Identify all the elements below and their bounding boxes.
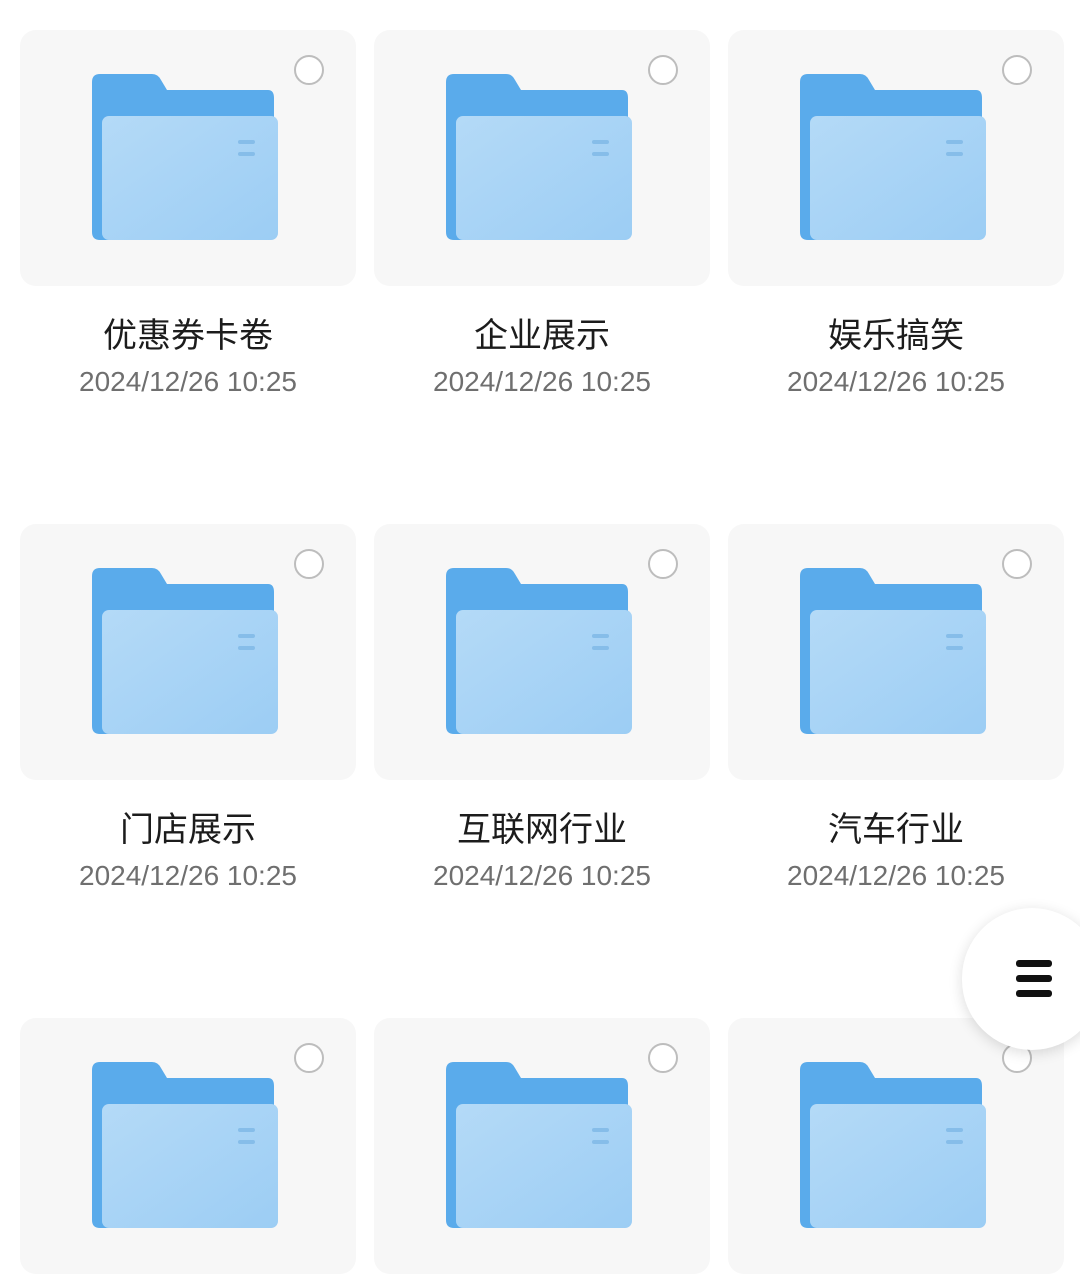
select-circle-icon[interactable]	[294, 1043, 324, 1073]
folder-tile[interactable]	[374, 524, 710, 780]
folder-date: 2024/12/26 10:25	[79, 366, 297, 397]
folder-tile[interactable]	[728, 1018, 1064, 1274]
folder-tile[interactable]	[728, 30, 1064, 286]
folder-item[interactable]: 互联网行业 2024/12/26 10:25	[374, 524, 710, 1004]
folder-item[interactable]: 优惠券卡卷 2024/12/26 10:25	[20, 30, 356, 510]
folder-item[interactable]	[728, 1018, 1064, 1287]
select-circle-icon[interactable]	[1002, 549, 1032, 579]
folder-tile[interactable]	[20, 524, 356, 780]
folder-name: 互联网行业	[457, 810, 627, 850]
folder-item[interactable]: 门店展示 2024/12/26 10:25	[20, 524, 356, 1004]
folder-icon	[92, 1062, 278, 1228]
folder-name: 娱乐搞笑	[828, 316, 964, 356]
folder-tile[interactable]	[728, 524, 1064, 780]
folder-date: 2024/12/26 10:25	[787, 366, 1005, 397]
folder-tile[interactable]	[374, 1018, 710, 1274]
folder-icon	[800, 1062, 986, 1228]
folder-tile[interactable]	[20, 1018, 356, 1274]
select-circle-icon[interactable]	[294, 55, 324, 85]
select-circle-icon[interactable]	[648, 549, 678, 579]
folder-item[interactable]: 娱乐搞笑 2024/12/26 10:25	[728, 30, 1064, 510]
folder-icon	[446, 1062, 632, 1228]
folder-name: 门店展示	[120, 810, 256, 850]
folder-name: 企业展示	[474, 316, 610, 356]
folder-tile[interactable]	[20, 30, 356, 286]
select-circle-icon[interactable]	[1002, 55, 1032, 85]
folder-item[interactable]	[20, 1018, 356, 1287]
folder-icon	[446, 74, 632, 240]
select-circle-icon[interactable]	[294, 549, 324, 579]
folder-name: 优惠券卡卷	[103, 316, 273, 356]
select-circle-icon[interactable]	[648, 55, 678, 85]
folder-grid: 优惠券卡卷 2024/12/26 10:25 企业展示 2024/12/26 1…	[0, 0, 1080, 1287]
folder-icon	[800, 568, 986, 734]
folder-item[interactable]: 企业展示 2024/12/26 10:25	[374, 30, 710, 510]
folder-date: 2024/12/26 10:25	[433, 860, 651, 891]
folder-item[interactable]	[374, 1018, 710, 1287]
folder-icon	[92, 568, 278, 734]
folder-date: 2024/12/26 10:25	[433, 366, 651, 397]
folder-date: 2024/12/26 10:25	[787, 860, 1005, 891]
folder-icon	[446, 568, 632, 734]
folder-date: 2024/12/26 10:25	[79, 860, 297, 891]
menu-icon	[1016, 960, 1052, 998]
folder-tile[interactable]	[374, 30, 710, 286]
folder-icon	[92, 74, 278, 240]
folder-name: 汽车行业	[828, 810, 964, 850]
folder-icon	[800, 74, 986, 240]
select-circle-icon[interactable]	[648, 1043, 678, 1073]
